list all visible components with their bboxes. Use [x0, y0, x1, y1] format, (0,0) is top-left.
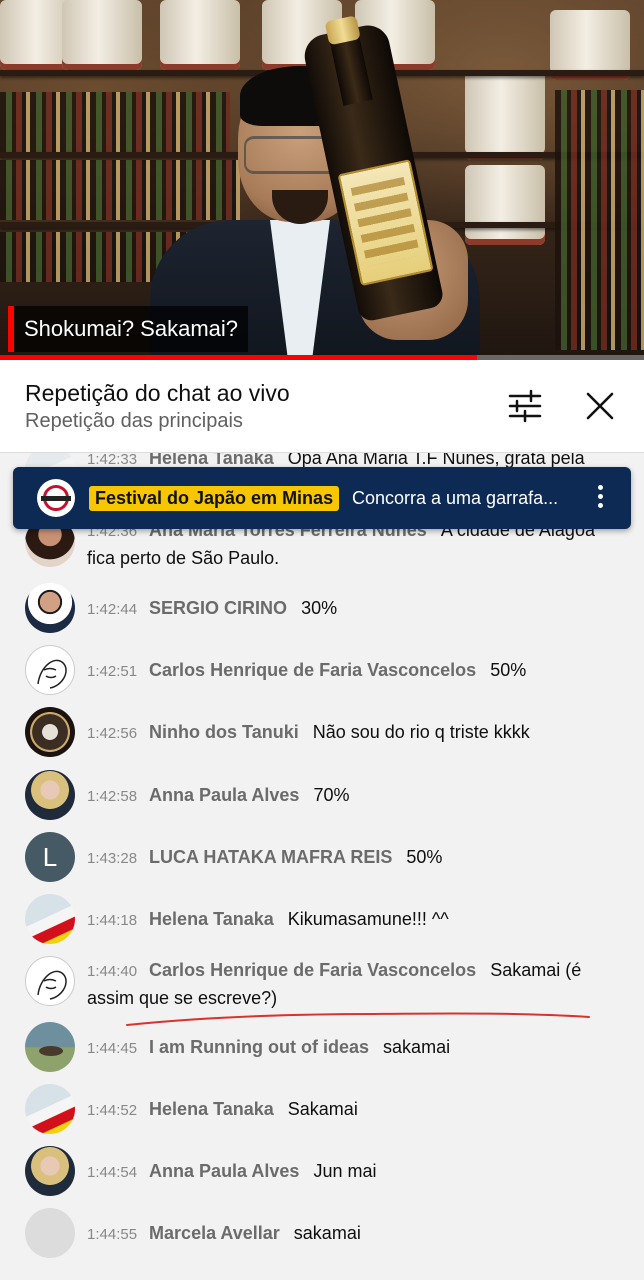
background-sake-barrel: [160, 0, 240, 70]
message-time: 1:42:56: [87, 725, 138, 742]
message-text: Jun mai: [313, 1161, 377, 1181]
close-icon: [586, 392, 614, 420]
message-text: 50%: [406, 847, 443, 867]
message-author[interactable]: Marcela Avellar: [149, 1223, 280, 1243]
message-author[interactable]: Helena Tanaka: [149, 453, 274, 468]
pinned-message-text: Concorra a uma garrafa...: [352, 488, 559, 508]
message-text: Sakamai: [287, 1099, 358, 1119]
message-text: Opa Ana Maria T.F Nunes, grata pela: [287, 453, 585, 468]
filter-button[interactable]: [506, 388, 544, 424]
message-author[interactable]: Anna Paula Alves: [149, 1161, 299, 1181]
message-time: 1:44:18: [87, 912, 138, 929]
message-text: 30%: [301, 598, 338, 618]
background-bottles: [0, 92, 230, 152]
message-time: 1:43:28: [87, 850, 138, 867]
avatar[interactable]: [25, 1022, 75, 1072]
message-time: 1:42:58: [87, 788, 138, 805]
avatar[interactable]: [25, 1208, 75, 1258]
background-bottles: [0, 160, 240, 220]
message-author[interactable]: Helena Tanaka: [149, 909, 274, 929]
avatar[interactable]: [25, 645, 75, 695]
video-caption: Shokumai? Sakamai?: [8, 306, 249, 352]
background-bottles: [555, 90, 644, 350]
sliders-icon: [508, 389, 542, 423]
chat-header: Repetição do chat ao vivo Repetição das …: [0, 360, 644, 453]
message-time: 1:44:40: [87, 963, 138, 980]
more-vert-icon: [597, 485, 603, 490]
video-player[interactable]: Shokumai? Sakamai?: [0, 0, 644, 360]
message-author[interactable]: Helena Tanaka: [149, 1099, 274, 1119]
message-author[interactable]: SERGIO CIRINO: [149, 598, 287, 618]
avatar[interactable]: [25, 770, 75, 820]
message-author[interactable]: Carlos Henrique de Faria Vasconcelos: [149, 960, 476, 980]
sketch-avatar-icon: [37, 659, 67, 689]
channel-logo-icon[interactable]: [37, 479, 75, 517]
close-button[interactable]: [582, 388, 618, 424]
message-time: 1:42:51: [87, 663, 138, 680]
message-text: Não sou do rio q triste kkkk: [312, 722, 530, 742]
pinned-message-banner[interactable]: Festival do Japão em Minas Concorra a um…: [13, 467, 631, 529]
message-time: 1:44:52: [87, 1102, 138, 1119]
avatar[interactable]: [25, 1084, 75, 1134]
message-text: 70%: [313, 785, 350, 805]
more-options-button[interactable]: [593, 482, 607, 514]
avatar[interactable]: [25, 894, 75, 944]
avatar[interactable]: L: [25, 832, 75, 882]
message-time: 1:44:45: [87, 1040, 138, 1057]
message-time: 1:44:54: [87, 1164, 138, 1181]
message-author[interactable]: I am Running out of ideas: [149, 1037, 369, 1057]
handwritten-underline: [126, 1012, 590, 1026]
pinned-author-tag: Festival do Japão em Minas: [89, 486, 340, 511]
avatar[interactable]: [25, 707, 75, 757]
message-author[interactable]: Carlos Henrique de Faria Vasconcelos: [149, 660, 476, 680]
chat-mode-selector[interactable]: Repetição das principais: [25, 410, 243, 433]
video-caption-text: Shokumai? Sakamai?: [24, 316, 239, 341]
message-time: 1:44:55: [87, 1226, 138, 1243]
message-time: 1:42:33: [87, 453, 138, 468]
message-author[interactable]: Ninho dos Tanuki: [149, 722, 299, 742]
message-text: sakamai: [293, 1223, 361, 1243]
chat-message-list[interactable]: 1:42:33 Helena Tanaka Opa Ana Maria T.F Nu…: [0, 453, 644, 1280]
message-text: sakamai: [383, 1037, 451, 1057]
avatar[interactable]: [25, 956, 75, 1006]
background-sake-barrel: [465, 165, 545, 245]
avatar[interactable]: [25, 583, 75, 633]
chat-title: Repetição do chat ao vivo: [25, 380, 290, 406]
sketch-avatar-icon: [37, 970, 67, 1000]
background-sake-barrel: [62, 0, 142, 70]
message-author[interactable]: LUCA HATAKA MAFRA REIS: [149, 847, 392, 867]
message-time: 1:42:44: [87, 601, 138, 618]
avatar[interactable]: [25, 1146, 75, 1196]
message-text: 50%: [490, 660, 527, 680]
message-text: Kikumasamune!!! ^^: [287, 909, 449, 929]
background-sake-barrel: [465, 70, 545, 160]
message-author[interactable]: Anna Paula Alves: [149, 785, 299, 805]
